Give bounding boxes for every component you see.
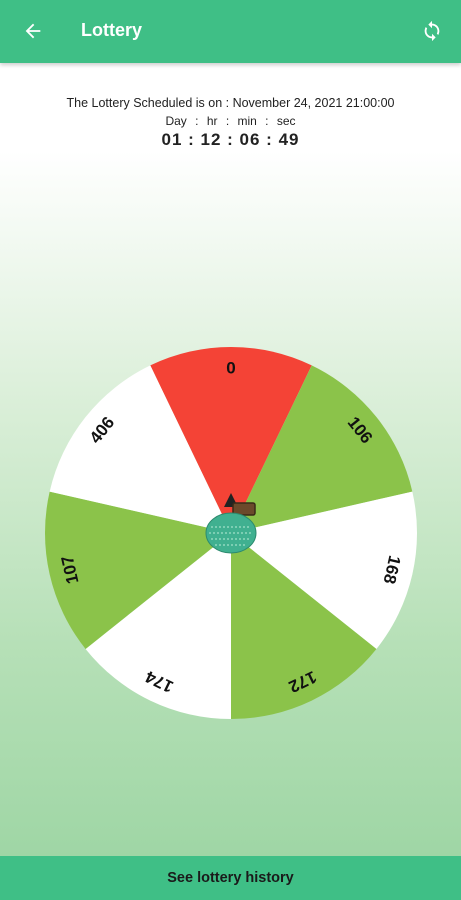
unit-hr: hr [206,114,218,128]
countdown-timer: 01 : 12 : 06 : 49 [161,130,300,148]
unit-sec: sec [276,114,296,128]
countdown-units: Day : hr : min : sec [165,114,296,128]
app-bar: Lottery [0,0,461,63]
unit-day: Day [165,114,187,128]
lottery-wheel[interactable]: 0106168172174107406 [45,347,417,719]
refresh-icon [424,20,440,42]
back-button[interactable] [18,16,48,46]
schedule-panel: The Lottery Scheduled is on : November 2… [0,63,461,151]
see-history-label: See lottery history [167,870,294,886]
see-history-button[interactable]: See lottery history [0,856,461,900]
refresh-button[interactable] [417,16,447,46]
page-title: Lottery [81,20,143,40]
wheel-segment-label: 0 [226,358,235,377]
schedule-text: The Lottery Scheduled is on : November 2… [66,96,395,110]
arrow-left-icon [25,23,41,39]
unit-min: min [237,114,257,128]
